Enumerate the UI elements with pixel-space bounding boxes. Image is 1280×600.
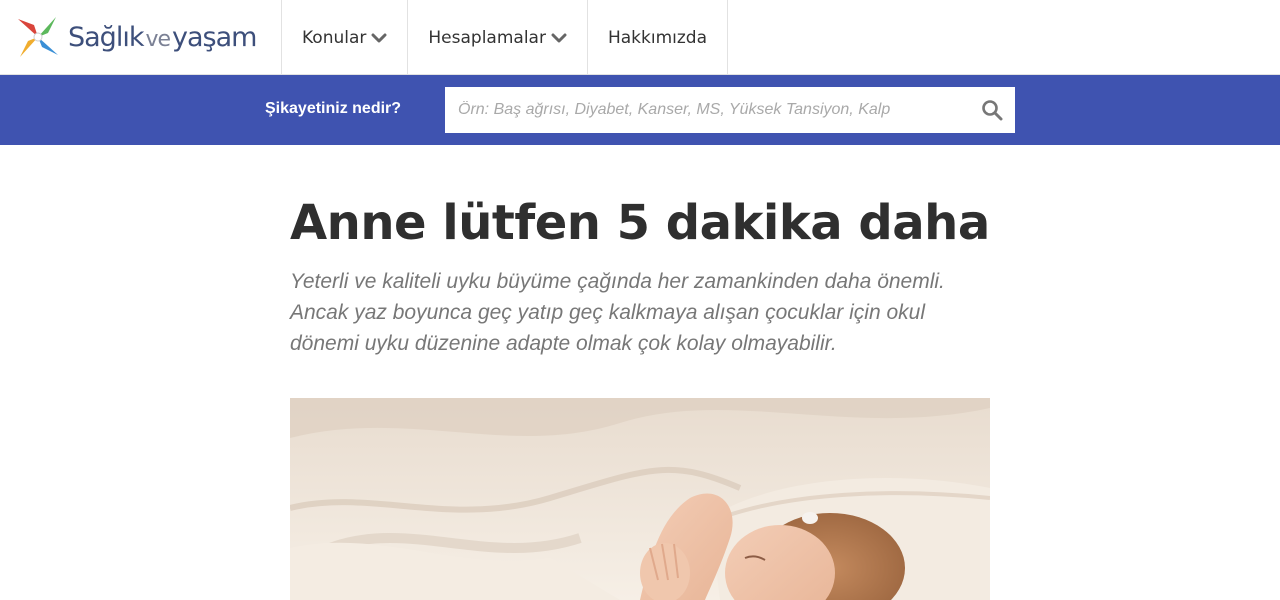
chevron-down-icon <box>371 30 387 46</box>
search-input[interactable] <box>445 87 965 133</box>
nav-item-label: Hakkımızda <box>607 27 707 48</box>
article-title: Anne lütfen 5 dakika daha <box>290 195 990 251</box>
search-label: Şikayetiniz nedir? <box>265 100 402 117</box>
article-hero-image <box>290 398 990 600</box>
article-lead: Yeterli ve kaliteli uyku büyüme çağında … <box>290 270 945 355</box>
nav-item-label: Hesaplamalar <box>428 27 546 48</box>
site-logo[interactable]: Sağlık ve yaşam <box>16 14 257 60</box>
search-box <box>445 87 1015 133</box>
article: Anne lütfen 5 dakika daha Yeterli ve kal… <box>290 190 990 359</box>
chevron-down-icon <box>551 30 567 46</box>
search-band: Şikayetiniz nedir? <box>0 75 1280 145</box>
nav-item-label: Konular <box>302 27 367 48</box>
nav-item-hesaplamalar[interactable]: Hesaplamalar <box>407 0 587 75</box>
nav-item-konular[interactable]: Konular <box>281 0 407 75</box>
main-nav: Konular Hesaplamalar Hakkımızda <box>281 0 728 75</box>
nav-item-hakkimizda[interactable]: Hakkımızda <box>586 0 728 75</box>
site-header: Sağlık ve yaşam Konular Hesaplamalar Hak… <box>0 0 1280 75</box>
search-icon[interactable] <box>981 99 1003 121</box>
logo-wordmark: Sağlık ve yaşam <box>68 21 257 53</box>
pinwheel-logo-icon <box>16 15 60 59</box>
